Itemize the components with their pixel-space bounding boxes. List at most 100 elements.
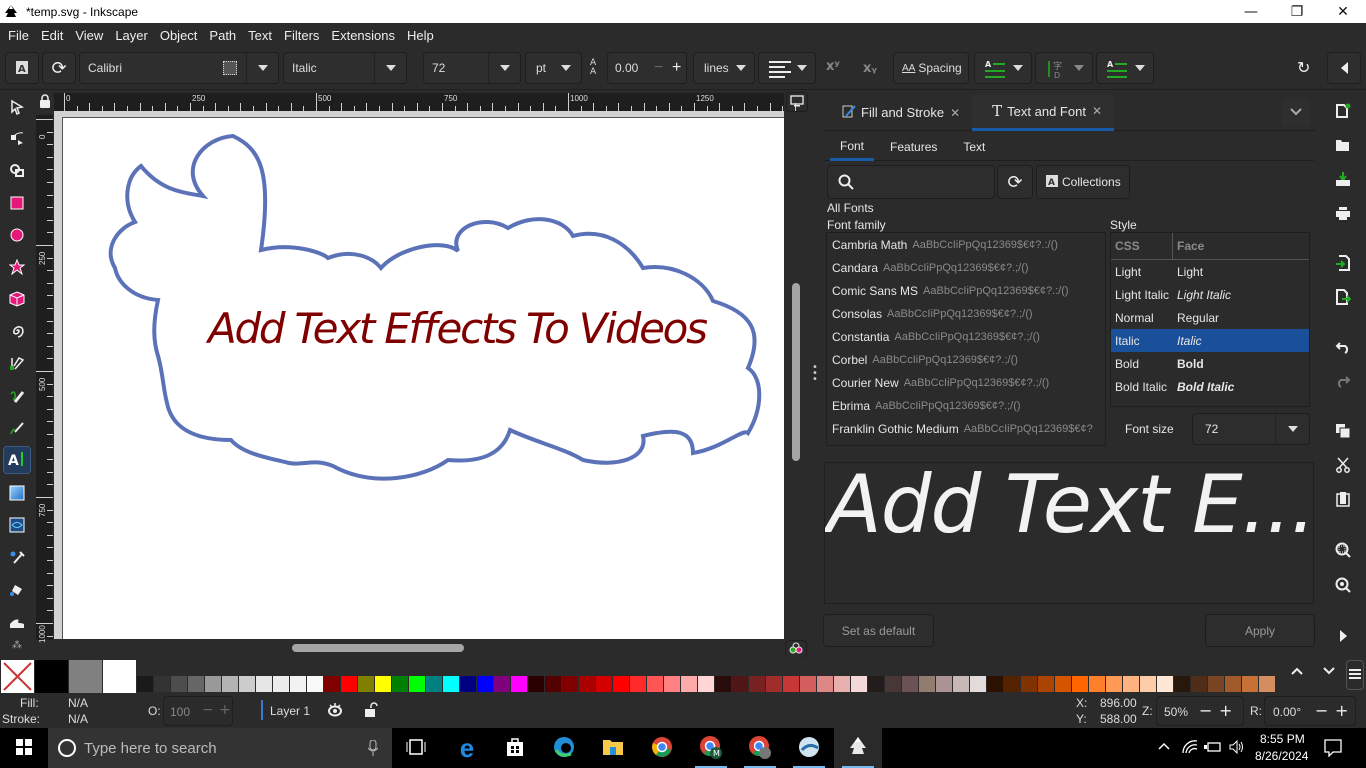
- font-style-dropdown[interactable]: [374, 53, 406, 83]
- palette-swatch[interactable]: [664, 676, 680, 692]
- palette-swatch[interactable]: [460, 676, 476, 692]
- new-document-button[interactable]: [1332, 101, 1354, 123]
- palette-swatch[interactable]: [1021, 676, 1037, 692]
- text-orientation-combo[interactable]: 字D: [1035, 52, 1093, 84]
- font-size-dropdown[interactable]: [1275, 414, 1309, 444]
- palette-swatch[interactable]: [562, 676, 578, 692]
- unit-combo[interactable]: pt: [525, 52, 582, 84]
- decrement-button[interactable]: −: [654, 59, 663, 77]
- subtab-text[interactable]: Text: [953, 133, 995, 161]
- swatch-gray[interactable]: [69, 660, 102, 693]
- palette-swatch[interactable]: [766, 676, 782, 692]
- vertical-ruler[interactable]: 0 250 500 750 1000: [36, 115, 53, 643]
- mesh-tool[interactable]: [3, 512, 31, 540]
- open-file-button[interactable]: [1332, 135, 1354, 157]
- palette-swatch[interactable]: [868, 676, 884, 692]
- palette-swatch[interactable]: [494, 676, 510, 692]
- vertical-scrollbar[interactable]: [792, 283, 800, 461]
- font-list-item[interactable]: Ebrima AaBbCcIiPpQq12369$€¢?.;/(): [827, 394, 1105, 417]
- font-family-combo[interactable]: Calibri: [79, 52, 279, 84]
- font-size-dropdown[interactable]: [488, 53, 520, 83]
- palette-swatch[interactable]: [834, 676, 850, 692]
- palette-swatch[interactable]: [290, 676, 306, 692]
- palette-swatch[interactable]: [477, 676, 493, 692]
- palette-swatch[interactable]: [426, 676, 442, 692]
- palette-swatch[interactable]: [409, 676, 425, 692]
- palette-swatch[interactable]: [1089, 676, 1105, 692]
- battery-icon[interactable]: [1204, 741, 1222, 756]
- style-list-item[interactable]: Bold Italic Bold Italic: [1111, 375, 1309, 398]
- taskbar-chrome-profile-m[interactable]: M: [687, 728, 735, 768]
- clock-date[interactable]: 8/26/2024: [1255, 749, 1308, 763]
- font-family-list[interactable]: Cambria Math AaBbCcIiPpQq12369$€¢?.:/() Ca…: [826, 232, 1106, 446]
- palette-swatch[interactable]: [324, 676, 340, 692]
- 3d-box-tool[interactable]: [3, 286, 31, 314]
- taskbar-edge-legacy[interactable]: e: [443, 728, 491, 768]
- display-mode-button[interactable]: [786, 92, 808, 112]
- palette-swatch[interactable]: [307, 676, 323, 692]
- palette-swatch[interactable]: [545, 676, 561, 692]
- palette-swatch[interactable]: [596, 676, 612, 692]
- palette-swatch[interactable]: [511, 676, 527, 692]
- text-tool[interactable]: A: [3, 446, 31, 474]
- palette-swatch[interactable]: [358, 676, 374, 692]
- import-button[interactable]: [1332, 253, 1354, 275]
- palette-swatch[interactable]: [392, 676, 408, 692]
- palette-swatch[interactable]: [749, 676, 765, 692]
- undo-button[interactable]: [1332, 337, 1354, 359]
- restore-button[interactable]: ❐: [1274, 0, 1320, 23]
- increment-button[interactable]: +: [672, 59, 681, 77]
- taskbar-app-sphere[interactable]: [785, 728, 833, 768]
- export-button[interactable]: [1332, 287, 1354, 309]
- palette-swatch[interactable]: [137, 676, 153, 692]
- cut-button[interactable]: [1332, 455, 1354, 477]
- taskbar-file-explorer[interactable]: [589, 728, 637, 768]
- palette-scroll-up[interactable]: [1290, 665, 1306, 681]
- start-button[interactable]: [0, 728, 48, 768]
- color-management-button[interactable]: [785, 640, 807, 658]
- shape-builder-tool[interactable]: [3, 157, 31, 185]
- taskbar-search-box[interactable]: Type here to search: [48, 728, 392, 768]
- font-search-input[interactable]: [827, 165, 995, 199]
- font-collections-button[interactable]: A: [5, 52, 39, 84]
- taskbar-store[interactable]: [491, 728, 539, 768]
- subscript-button[interactable]: xᵧ: [863, 61, 877, 76]
- palette-swatch[interactable]: [919, 676, 935, 692]
- palette-swatch[interactable]: [1004, 676, 1020, 692]
- css-column-header[interactable]: CSS: [1111, 233, 1173, 259]
- font-list-item[interactable]: Candara AaBbCcIiPpQq12369$€¢?.;/(): [827, 256, 1105, 279]
- swatch-white[interactable]: [103, 660, 136, 693]
- ellipse-tool[interactable]: [3, 222, 31, 250]
- palette-swatch[interactable]: [851, 676, 867, 692]
- font-list-item[interactable]: Cambria Math AaBbCcIiPpQq12369$€¢?.:/(): [827, 233, 1105, 256]
- palette-swatch[interactable]: [205, 676, 221, 692]
- star-polygon-tool[interactable]: [3, 254, 31, 282]
- layer-visibility-icon[interactable]: [327, 703, 343, 720]
- apply-button[interactable]: Apply: [1205, 614, 1315, 647]
- layer-lock-icon[interactable]: [364, 702, 378, 721]
- selector-tool[interactable]: [3, 94, 31, 122]
- calligraphy-tool[interactable]: [3, 415, 31, 443]
- palette-swatch[interactable]: [902, 676, 918, 692]
- font-style-combo[interactable]: Italic: [283, 52, 407, 84]
- spray-tool[interactable]: ⁂: [3, 636, 31, 654]
- palette-swatch[interactable]: [1191, 676, 1207, 692]
- palette-swatch[interactable]: [375, 676, 391, 692]
- menu-view[interactable]: View: [69, 28, 109, 43]
- taskbar-inkscape[interactable]: [834, 728, 882, 768]
- spacing-button[interactable]: AA Spacing: [893, 52, 969, 84]
- palette-swatch[interactable]: [222, 676, 238, 692]
- dock-menu-button[interactable]: [1282, 99, 1310, 127]
- font-list-item[interactable]: Franklin Gothic Medium AaBbCcIiPpQq12369$…: [827, 417, 1105, 440]
- line-spacing-unit-combo[interactable]: lines: [693, 52, 755, 84]
- dock-resize-handle[interactable]: • • •: [812, 363, 818, 385]
- font-list-item[interactable]: Consolas AaBbCcIiPpQq12369$€¢?.;/(): [827, 302, 1105, 325]
- close-tab-icon[interactable]: ✕: [950, 106, 960, 120]
- refresh-font-list-button[interactable]: ⟳: [997, 165, 1033, 199]
- pen-tool[interactable]: [3, 351, 31, 379]
- subtab-features[interactable]: Features: [880, 133, 947, 161]
- guide-lock-button[interactable]: [36, 92, 53, 112]
- pencil-tool[interactable]: [3, 383, 31, 411]
- palette-swatch[interactable]: [1038, 676, 1054, 692]
- font-list-item[interactable]: Courier New AaBbCcIiPpQq12369$€¢?.;/(): [827, 371, 1105, 394]
